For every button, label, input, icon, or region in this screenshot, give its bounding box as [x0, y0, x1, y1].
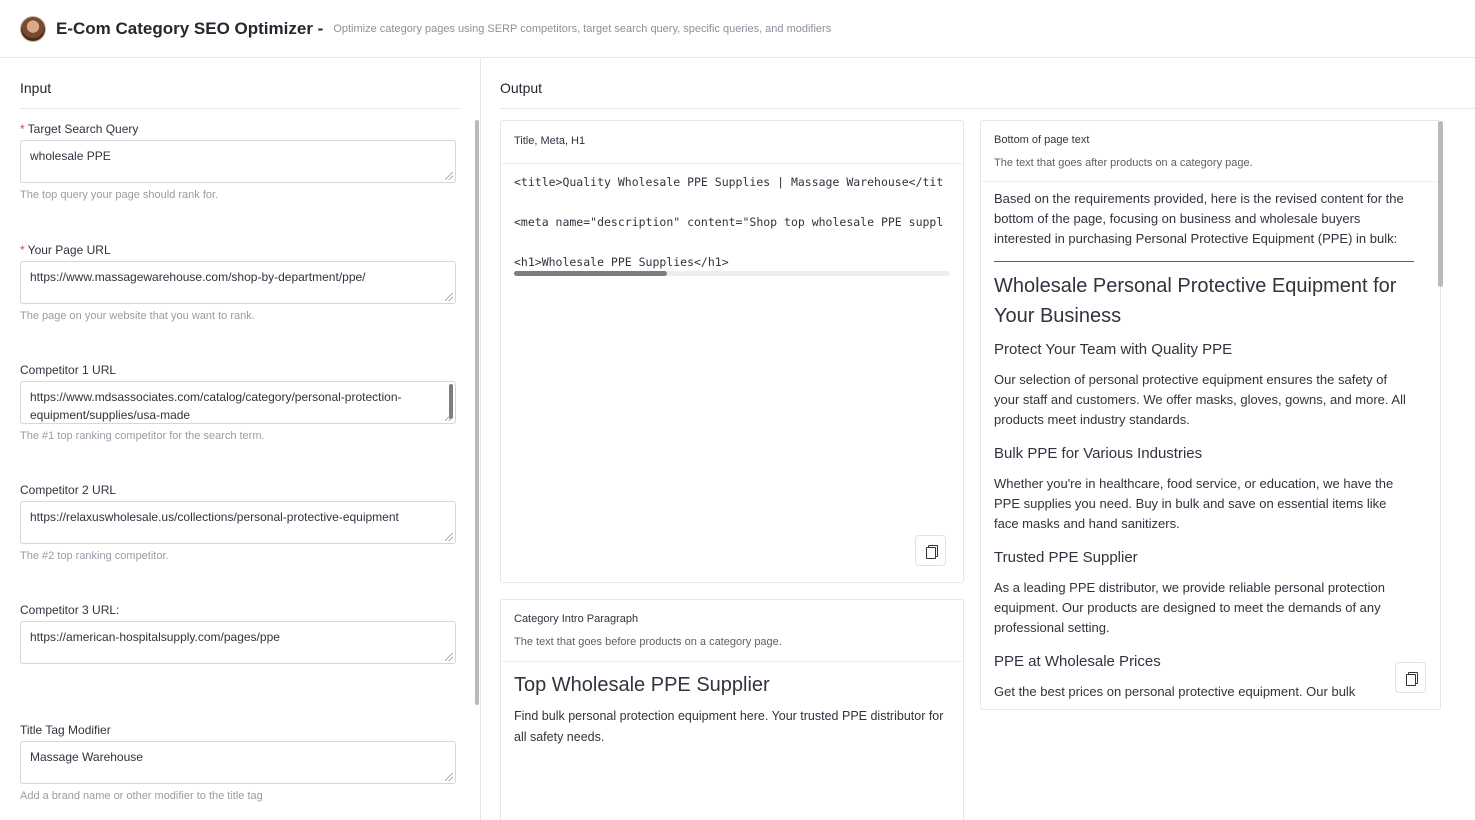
competitor-1-field: Competitor 1 URL https://www.mdsassociat…	[20, 363, 456, 442]
title-tag-modifier-help: Add a brand name or other modifier to th…	[20, 790, 263, 802]
input-panel-scrollbar[interactable]	[475, 120, 479, 705]
intro-body: Find bulk personal protection equipment …	[514, 709, 944, 744]
app-subtitle: Optimize category pages using SERP compe…	[333, 22, 832, 35]
target-search-query-value: wholesale PPE	[30, 149, 111, 163]
bottom-text-card: Bottom of page text The text that goes a…	[980, 120, 1441, 710]
category-intro-card: Category Intro Paragraph The text that g…	[500, 599, 964, 820]
output-section-title: Output	[500, 80, 543, 96]
bottom-label: Bottom of page text	[994, 134, 1090, 146]
target-search-query-label: Target Search Query	[27, 122, 139, 136]
section-heading: PPE at Wholesale Prices	[994, 653, 1161, 670]
competitor-2-input[interactable]: https://relaxuswholesale.us/collections/…	[20, 501, 456, 544]
page-url-field: * Your Page URL https://www.massagewareho…	[20, 243, 456, 322]
competitor-1-help: The #1 top ranking competitor for the se…	[20, 430, 265, 442]
page-url-help: The page on your website that you want t…	[20, 310, 255, 322]
section-paragraph: Our selection of personal protective equ…	[994, 372, 1406, 427]
app-header: E-Com Category SEO Optimizer - Optimize …	[0, 0, 1475, 58]
section-heading: Trusted PPE Supplier	[994, 549, 1138, 566]
bottom-intro: Based on the requirements provided, here…	[994, 191, 1404, 246]
output-header: Output	[500, 58, 1475, 109]
copy-icon	[1405, 671, 1418, 686]
competitor-3-input[interactable]: https://american-hospitalsupply.com/page…	[20, 621, 456, 664]
bottom-h2: Wholesale Personal Protective Equipment …	[994, 275, 1397, 327]
competitor-1-label: Competitor 1 URL	[20, 363, 117, 377]
bottom-description: The text that goes after products on a c…	[994, 157, 1253, 169]
resize-handle-icon[interactable]	[445, 533, 453, 541]
competitor-2-help: The #2 top ranking competitor.	[20, 550, 169, 562]
competitor-1-value: https://www.mdsassociates.com/catalog/ca…	[30, 390, 402, 422]
avatar	[20, 15, 46, 42]
competitor-3-field: Competitor 3 URL: https://american-hospi…	[20, 603, 456, 664]
divider	[994, 261, 1414, 262]
resize-handle-icon[interactable]	[445, 172, 453, 180]
intro-heading: Top Wholesale PPE Supplier	[514, 674, 770, 696]
title-meta-card: Title, Meta, H1 <title>Quality Wholesale…	[500, 120, 964, 583]
bottom-content: Based on the requirements provided, here…	[981, 182, 1427, 702]
competitor-2-value: https://relaxuswholesale.us/collections/…	[30, 510, 399, 524]
competitor-3-value: https://american-hospitalsupply.com/page…	[30, 630, 280, 644]
section-paragraph: Whether you're in healthcare, food servi…	[994, 476, 1394, 531]
required-marker: *	[20, 243, 25, 257]
target-search-query-input[interactable]: wholesale PPE	[20, 140, 456, 183]
title-tag-modifier-field: Title Tag Modifier Massage Warehouse Add…	[20, 723, 456, 802]
competitor-2-field: Competitor 2 URL https://relaxuswholesal…	[20, 483, 456, 562]
input-panel: Input * Target Search Query wholesale PPE…	[0, 58, 481, 820]
target-search-query-help: The top query your page should rank for.	[20, 189, 219, 201]
code-block[interactable]: <title>Quality Wholesale PPE Supplies | …	[514, 174, 950, 274]
title-tag-modifier-label: Title Tag Modifier	[20, 723, 111, 737]
code-scrollbar-thumb[interactable]	[514, 271, 667, 276]
page-url-input[interactable]: https://www.massagewarehouse.com/shop-by…	[20, 261, 456, 304]
code-scrollbar[interactable]	[514, 271, 950, 276]
title-tag-modifier-value: Massage Warehouse	[30, 750, 143, 764]
resize-handle-icon[interactable]	[445, 413, 453, 421]
resize-handle-icon[interactable]	[445, 653, 453, 661]
title-tag-modifier-input[interactable]: Massage Warehouse	[20, 741, 456, 784]
intro-description: The text that goes before products on a …	[514, 636, 782, 648]
copy-button[interactable]	[915, 535, 946, 566]
page-url-value: https://www.massagewarehouse.com/shop-by…	[30, 270, 366, 284]
input-section-title: Input	[20, 58, 461, 109]
code-line-meta: <meta name="description" content="Shop t…	[514, 215, 944, 229]
copy-button[interactable]	[1395, 662, 1426, 693]
resize-handle-icon[interactable]	[445, 773, 453, 781]
resize-handle-icon[interactable]	[445, 293, 453, 301]
required-marker: *	[20, 122, 25, 136]
bottom-text-scrollbar[interactable]	[1438, 121, 1443, 287]
code-line-title: <title>Quality Wholesale PPE Supplies | …	[514, 175, 944, 189]
section-paragraph: Get the best prices on personal protecti…	[994, 684, 1356, 699]
target-search-query-field: * Target Search Query wholesale PPE The t…	[20, 122, 456, 201]
competitor-3-label: Competitor 3 URL:	[20, 603, 120, 617]
competitor-1-input[interactable]: https://www.mdsassociates.com/catalog/ca…	[20, 381, 456, 424]
competitor-2-label: Competitor 2 URL	[20, 483, 117, 497]
section-heading: Protect Your Team with Quality PPE	[994, 341, 1233, 358]
title-meta-label: Title, Meta, H1	[514, 135, 586, 147]
app-title: E-Com Category SEO Optimizer -	[56, 18, 324, 38]
page-url-label: Your Page URL	[27, 243, 111, 257]
section-heading: Bulk PPE for Various Industries	[994, 445, 1203, 462]
copy-icon	[925, 544, 938, 559]
intro-label: Category Intro Paragraph	[514, 613, 639, 625]
section-paragraph: As a leading PPE distributor, we provide…	[994, 580, 1385, 635]
